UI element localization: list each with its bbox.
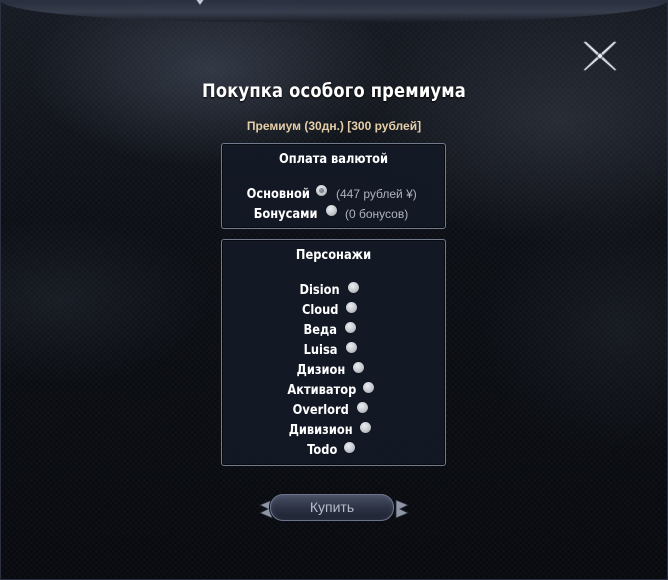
character-item: Активатор [222, 380, 356, 398]
character-label: Веда [303, 323, 337, 338]
character-label: Luisa [304, 343, 338, 358]
characters-panel-title: Персонажи [295, 248, 372, 263]
character-item: Overlord [222, 400, 349, 418]
character-radio-overlord[interactable] [357, 402, 368, 413]
character-item: Todo [222, 440, 337, 458]
close-cross-icon [582, 40, 618, 72]
premium-purchase-window: Покупка особого премиума Премиум (30дн.)… [0, 0, 668, 580]
premium-offer-label: Премиум (30дн.) [300 рублей] [246, 119, 422, 133]
payment-panel-title: Оплата валютой [278, 152, 389, 167]
character-radio-dizion[interactable] [353, 362, 364, 373]
character-item: Дивизион [222, 420, 353, 438]
window-top-frame [0, 0, 668, 22]
character-label: Todo [306, 443, 337, 458]
character-radio-dision[interactable] [348, 282, 359, 293]
character-radio-veda[interactable] [345, 322, 356, 333]
character-item: Dision [222, 280, 340, 298]
character-label: Дивизион [289, 423, 353, 438]
payment-option-label: Бонусами [254, 207, 318, 222]
payment-option-note: (0 бонусов) [345, 207, 409, 221]
payment-option-main-radio[interactable] [316, 185, 327, 196]
character-radio-divizion[interactable] [360, 422, 371, 433]
character-item: Luisa [222, 340, 338, 358]
character-radio-luisa[interactable] [346, 342, 357, 353]
character-label: Активатор [287, 383, 356, 398]
dialog-title: Покупка особого премиума [201, 80, 466, 102]
buy-button-wrapper: Купить [258, 491, 410, 527]
payment-option-bonus-label-row: Бонусами [222, 204, 318, 222]
character-label: Cloud [301, 303, 338, 318]
payment-option-main-label-row: Основной [222, 184, 310, 202]
payment-option-note: (447 рублей ¥) [336, 187, 417, 201]
payment-option-bonus-radio[interactable] [326, 205, 337, 216]
character-item: Дизион [222, 360, 345, 378]
character-item: Веда [222, 320, 337, 338]
characters-panel: Персонажи Dision Cloud Веда Luisa Дизион… [221, 239, 446, 466]
character-item: Cloud [222, 300, 338, 318]
character-label: Дизион [296, 363, 345, 378]
frame-ornament-icon [196, 0, 204, 6]
close-button[interactable] [580, 37, 620, 75]
character-radio-todo[interactable] [344, 442, 355, 453]
character-radio-cloud[interactable] [346, 302, 357, 313]
payment-method-panel: Оплата валютой Основной (447 рублей ¥) Б… [221, 143, 446, 229]
payment-option-label: Основной [246, 187, 310, 202]
character-radio-aktivator[interactable] [363, 382, 374, 393]
buy-button[interactable]: Купить [270, 494, 394, 521]
character-label: Dision [299, 283, 340, 298]
character-label: Overlord [292, 403, 349, 418]
